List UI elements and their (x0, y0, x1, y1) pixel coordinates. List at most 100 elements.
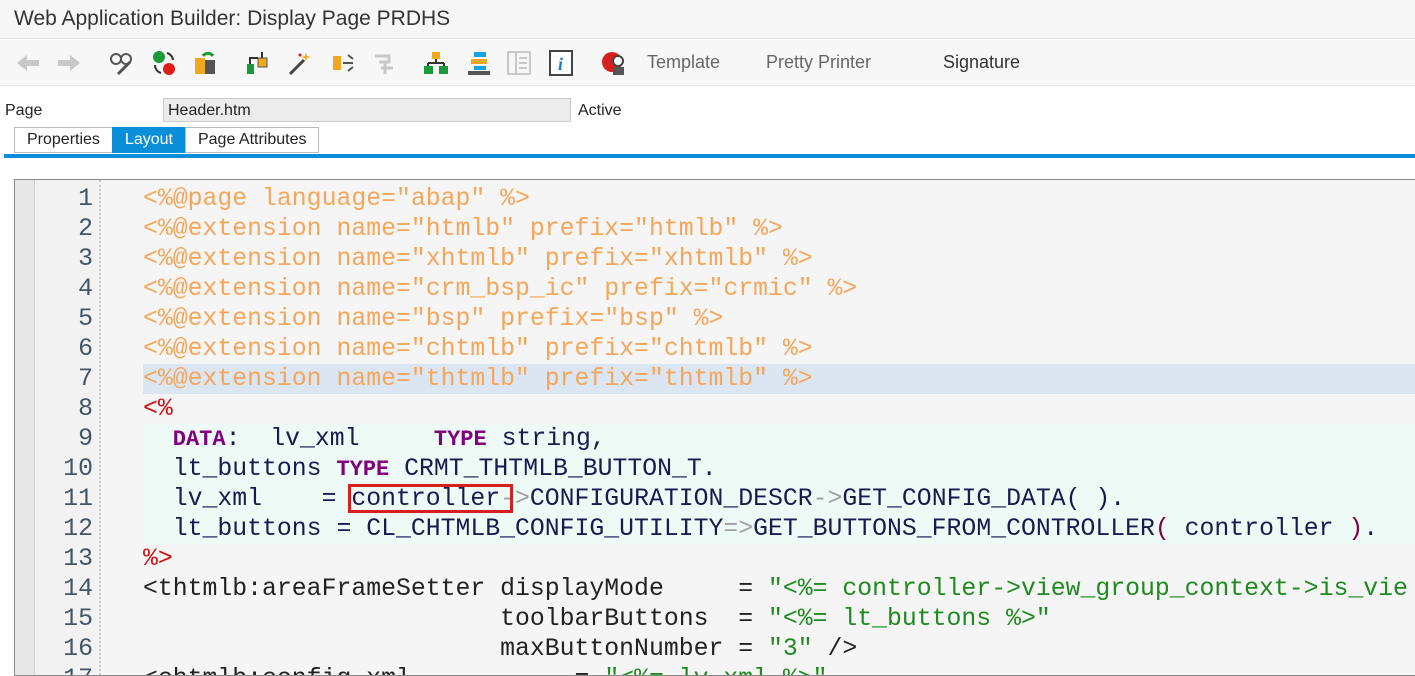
tab-page-attributes[interactable]: Page Attributes (184, 127, 320, 153)
line-number: 13 (63, 545, 93, 573)
test-icon[interactable] (329, 50, 357, 76)
code-token: <%@extension name="chtmlb" prefix="chtml… (143, 335, 813, 363)
page-status: Active (578, 102, 622, 119)
navigation-tree-icon[interactable] (422, 50, 450, 76)
info-icon[interactable]: i (547, 50, 575, 76)
application-toolbar: i Template Pretty Printer Signature (0, 40, 1415, 86)
line-number: 3 (78, 245, 93, 273)
code-token: . (1363, 515, 1379, 543)
code-line[interactable]: toolbarButtons = "<%= lt_buttons %>" (143, 604, 1415, 634)
breakpoint-gutter[interactable] (15, 180, 35, 675)
code-token: /> (812, 635, 858, 663)
signature-button[interactable]: Signature (943, 52, 1020, 73)
line-number: 6 (78, 335, 93, 363)
code-token: <%@extension name="xhtmlb" prefix="xhtml… (143, 245, 813, 273)
code-token: -> (812, 485, 843, 513)
code-token: "<%= lv_xml %>" (604, 665, 827, 675)
line-number: 16 (63, 635, 93, 663)
line-number: 1 (78, 185, 93, 213)
code-line[interactable]: <%@extension name="crm_bsp_ic" prefix="c… (143, 274, 1415, 304)
display-change-icon[interactable] (107, 50, 135, 76)
page-label: Page (5, 102, 43, 119)
code-line[interactable]: <%@extension name="bsp" prefix="bsp" %> (143, 304, 1415, 334)
line-number: 12 (63, 515, 93, 543)
activate-icon[interactable] (285, 50, 313, 76)
code-token: TYPE (336, 457, 390, 482)
layout-icon[interactable] (505, 50, 533, 76)
tab-underline (4, 154, 1415, 158)
code-token: GET_CONFIG_DATA (842, 485, 1066, 513)
code-token: => (723, 515, 754, 543)
window-title: Web Application Builder: Display Page PR… (0, 0, 1415, 39)
code-token: lt_buttons (143, 455, 337, 483)
code-line[interactable]: %> (143, 544, 1415, 574)
code-token: <%@extension name="thtmlb" prefix="thtml… (143, 365, 813, 393)
code-token: ( (1065, 485, 1096, 513)
code-token: "<%= lt_buttons %>" (767, 605, 1051, 633)
code-line[interactable]: lt_buttons TYPE CRMT_THTMLB_BUTTON_T. (143, 454, 1415, 484)
line-number: 2 (78, 215, 93, 243)
template-button[interactable]: Template (647, 52, 720, 73)
code-token: "3" (767, 635, 813, 663)
code-token: TYPE (433, 427, 487, 452)
code-token: "<%= controller->view_group_context->is_… (767, 575, 1408, 603)
other-object-icon[interactable] (192, 50, 220, 76)
code-line[interactable]: <thtmlb:areaFrameSetter displayMode = "<… (143, 574, 1415, 604)
page-name-field[interactable]: Header.htm (163, 98, 571, 122)
code-line[interactable]: <%@extension name="chtmlb" prefix="chtml… (143, 334, 1415, 364)
code-line[interactable]: <% (143, 394, 1415, 424)
code-token: GET_BUTTONS_FROM_CONTROLLER (753, 515, 1155, 543)
code-token: ) (1348, 515, 1364, 543)
line-number: 10 (63, 455, 93, 483)
code-token: %> (143, 545, 173, 573)
pretty-printer-button[interactable]: Pretty Printer (766, 52, 871, 73)
line-number: 8 (78, 395, 93, 423)
code-token: ). (1095, 485, 1126, 513)
line-number: 5 (78, 305, 93, 333)
line-number: 17 (63, 664, 93, 675)
code-token: : lv_xml (225, 425, 434, 453)
check-icon[interactable] (243, 50, 271, 76)
tab-properties[interactable]: Properties (14, 127, 113, 153)
line-number: 15 (63, 605, 93, 633)
code-token: string, (486, 425, 606, 453)
code-line[interactable]: <%@page language="abap" %> (143, 184, 1415, 214)
code-token: toolbarButtons = (143, 605, 768, 633)
where-used-icon[interactable] (370, 50, 398, 76)
code-token: <%@page language="abap" %> (143, 185, 530, 213)
code-token: DATA (172, 427, 226, 452)
code-token: CRMT_THTMLB_BUTTON_T. (389, 455, 717, 483)
code-line[interactable]: maxButtonNumber = "3" /> (143, 634, 1415, 664)
svg-text:i: i (558, 54, 563, 74)
tab-layout[interactable]: Layout (111, 127, 186, 153)
code-line[interactable]: <%@extension name="thtmlb" prefix="thtml… (143, 364, 1415, 394)
code-token: CONFIGURATION_DESCR (529, 485, 813, 513)
line-number-gutter: 1234567891011121314151617 (35, 180, 101, 675)
code-token: ( (1154, 515, 1170, 543)
code-token: controller (1169, 515, 1349, 543)
forward-icon[interactable] (55, 50, 83, 76)
line-number: 7 (78, 365, 93, 393)
breakpoint-icon[interactable] (600, 50, 628, 76)
code-line[interactable]: <chtmlb:config xml = "<%= lv_xml %>" (143, 664, 1415, 675)
code-line[interactable]: DATA: lv_xml TYPE string, (143, 424, 1415, 454)
code-line[interactable]: <%@extension name="htmlb" prefix="htmlb"… (143, 214, 1415, 244)
code-token: maxButtonNumber = (143, 635, 768, 663)
code-token: <thtmlb:areaFrameSetter displayMode = (143, 575, 768, 603)
object-list-icon[interactable] (465, 50, 493, 76)
code-token: <%@extension name="bsp" prefix="bsp" %> (143, 305, 724, 333)
active-inactive-icon[interactable] (150, 50, 178, 76)
highlight-box (348, 484, 513, 513)
line-number: 11 (63, 485, 93, 513)
back-icon[interactable] (14, 50, 42, 76)
line-number: 9 (78, 425, 93, 453)
code-editor[interactable]: 1234567891011121314151617 <%@page langua… (14, 179, 1415, 676)
code-token: <chtmlb:config xml = (143, 665, 604, 675)
code-token: <% (143, 395, 173, 423)
code-line[interactable]: lt_buttons = CL_CHTMLB_CONFIG_UTILITY=>G… (143, 514, 1415, 544)
code-token: lt_buttons = CL_CHTMLB_CONFIG_UTILITY (143, 515, 724, 543)
page-row: Page Header.htm Active (0, 98, 1415, 124)
code-line[interactable]: lv_xml = controller->CONFIGURATION_DESCR… (143, 484, 1415, 514)
code-line[interactable]: <%@extension name="xhtmlb" prefix="xhtml… (143, 244, 1415, 274)
